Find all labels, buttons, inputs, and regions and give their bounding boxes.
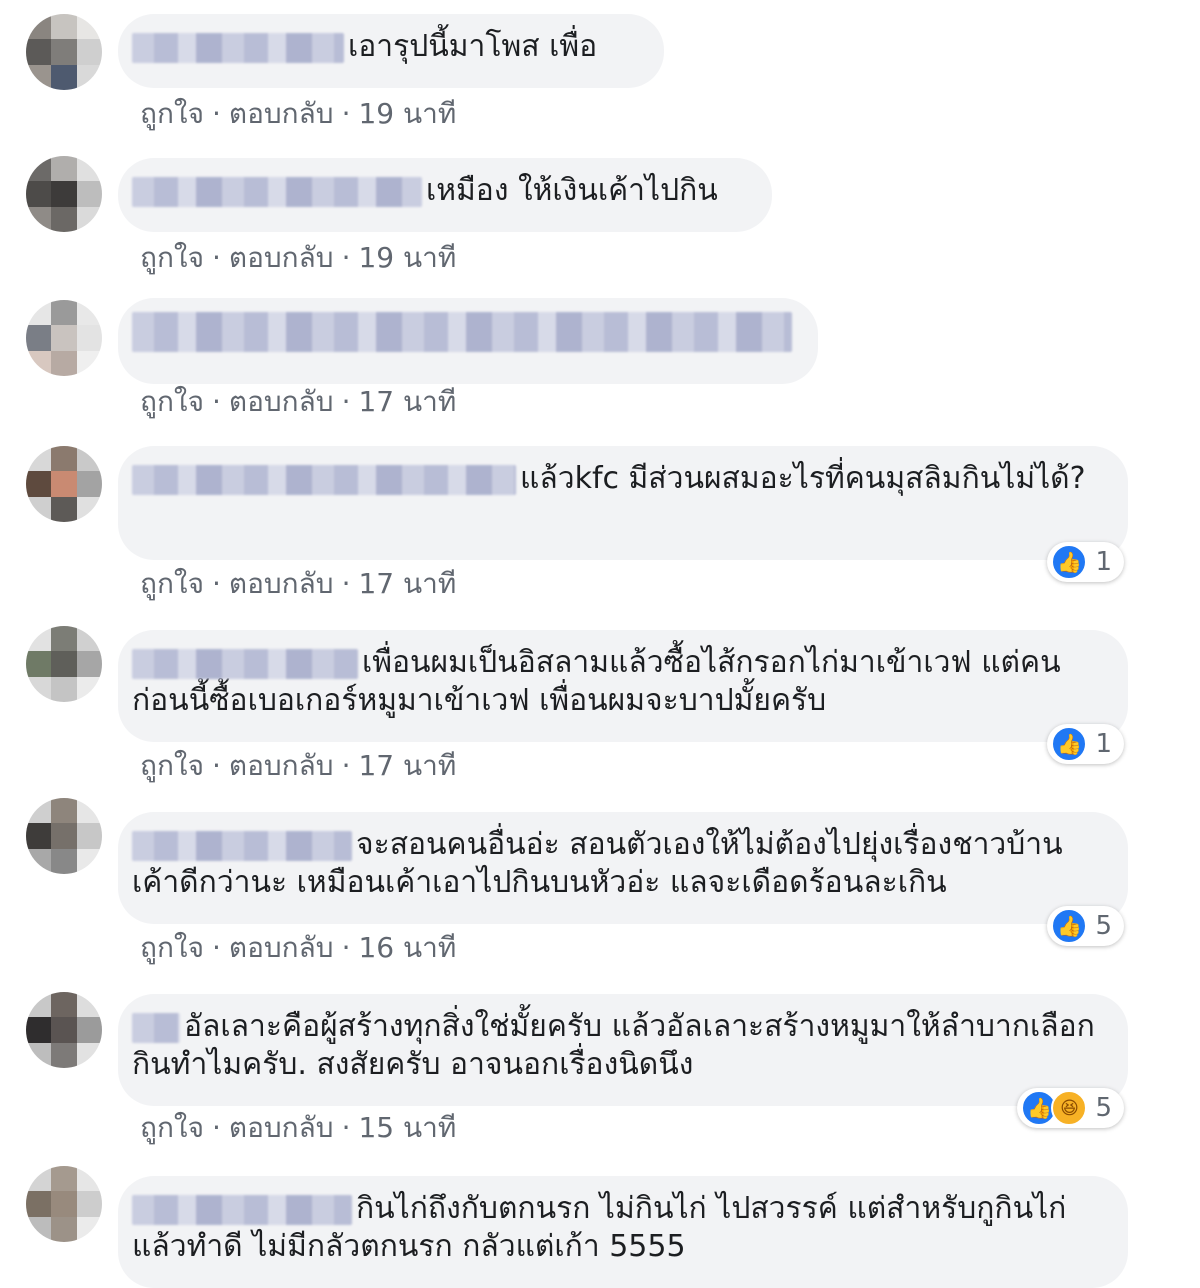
comment-actions: ถูกใจ · ตอบกลับ · 19 นาที — [140, 97, 457, 130]
reply-link[interactable]: ตอบกลับ — [229, 97, 334, 130]
reply-link[interactable]: ตอบกลับ — [229, 749, 334, 782]
timestamp[interactable]: 15 นาที — [358, 1111, 456, 1144]
like-link[interactable]: ถูกใจ — [140, 385, 204, 418]
comment-bubble: กินไก่ถึงกับตกนรก ไม่กินไก่ ไปสวรรค์ แต่… — [118, 1176, 1128, 1288]
comment-bubble: เพื่อนผมเป็นอิสลามแล้วซื้อไส้กรอกไก่มาเข… — [118, 630, 1128, 742]
comment-actions: ถูกใจ · ตอบกลับ · 17 นาที — [140, 385, 457, 418]
like-link[interactable]: ถูกใจ — [140, 241, 204, 274]
comment-actions: ถูกใจ · ตอบกลับ · 15 นาที — [140, 1111, 457, 1144]
timestamp[interactable]: 17 นาที — [358, 385, 456, 418]
timestamp[interactable]: 17 นาที — [358, 567, 456, 600]
avatar[interactable] — [26, 300, 102, 376]
comment-text: เอารุปนี้มาโพส เพื่อ — [348, 29, 598, 64]
like-link[interactable]: ถูกใจ — [140, 567, 204, 600]
blurred-comment-text — [132, 312, 792, 352]
timestamp[interactable]: 19 นาที — [358, 97, 456, 130]
reaction-summary[interactable]: 👍 😆 5 — [1017, 1088, 1124, 1128]
comment-bubble: อัลเลาะคือผู้สร้างทุกสิ่งใช่มั้ยครับ แล้… — [118, 994, 1128, 1106]
haha-laugh-icon: 😆 — [1051, 1090, 1088, 1126]
comment-actions: ถูกใจ · ตอบกลับ · 17 นาที — [140, 567, 457, 600]
thumbs-up-like-icon: 👍 — [1051, 544, 1088, 580]
commenter-name[interactable] — [132, 464, 516, 495]
reaction-count: 5 — [1095, 911, 1112, 941]
reaction-summary[interactable]: 👍 5 — [1047, 906, 1124, 946]
comment-bubble: เอารุปนี้มาโพส เพื่อ — [118, 14, 664, 88]
reply-link[interactable]: ตอบกลับ — [229, 1111, 334, 1144]
thumbs-up-like-icon: 👍 — [1051, 908, 1088, 944]
like-link[interactable]: ถูกใจ — [140, 931, 204, 964]
timestamp[interactable]: 19 นาที — [358, 241, 456, 274]
timestamp[interactable]: 17 นาที — [358, 749, 456, 782]
reaction-summary[interactable]: 👍 1 — [1047, 724, 1124, 764]
avatar[interactable] — [26, 626, 102, 702]
commenter-name[interactable] — [132, 1012, 180, 1043]
comment-bubble — [118, 298, 818, 384]
thumbs-up-like-icon: 👍 — [1051, 726, 1088, 762]
reaction-count: 1 — [1095, 547, 1112, 577]
avatar[interactable] — [26, 156, 102, 232]
reply-link[interactable]: ตอบกลับ — [229, 241, 334, 274]
comment-actions: ถูกใจ · ตอบกลับ · 16 นาที — [140, 931, 457, 964]
commenter-name[interactable] — [132, 176, 422, 207]
avatar[interactable] — [26, 992, 102, 1068]
comment-text: เหมือง ให้เงินเค้าไปกิน — [426, 173, 718, 208]
comment-bubble: แล้วkfc มีส่วนผสมอะไรที่คนมุสลิมกินไม่ได… — [118, 446, 1128, 560]
comment-bubble: จะสอนคนอื่นอ่ะ สอนตัวเองให้ไม่ต้องไปยุ่ง… — [118, 812, 1128, 924]
avatar[interactable] — [26, 798, 102, 874]
avatar[interactable] — [26, 1166, 102, 1242]
like-link[interactable]: ถูกใจ — [140, 1111, 204, 1144]
commenter-name[interactable] — [132, 648, 358, 679]
commenter-name[interactable] — [132, 830, 352, 861]
comment-text: อัลเลาะคือผู้สร้างทุกสิ่งใช่มั้ยครับ แล้… — [132, 1009, 1095, 1082]
comment-text: แล้วkfc มีส่วนผสมอะไรที่คนมุสลิมกินไม่ได… — [520, 461, 1086, 496]
reaction-count: 5 — [1095, 1093, 1112, 1123]
commenter-name[interactable] — [132, 32, 344, 63]
reply-link[interactable]: ตอบกลับ — [229, 931, 334, 964]
like-link[interactable]: ถูกใจ — [140, 749, 204, 782]
avatar[interactable] — [26, 14, 102, 90]
timestamp[interactable]: 16 นาที — [358, 931, 456, 964]
comment-actions: ถูกใจ · ตอบกลับ · 19 นาที — [140, 241, 457, 274]
comment-bubble: เหมือง ให้เงินเค้าไปกิน — [118, 158, 772, 232]
reply-link[interactable]: ตอบกลับ — [229, 567, 334, 600]
reply-link[interactable]: ตอบกลับ — [229, 385, 334, 418]
reaction-summary[interactable]: 👍 1 — [1047, 542, 1124, 582]
commenter-name[interactable] — [132, 1194, 352, 1225]
avatar[interactable] — [26, 446, 102, 522]
like-link[interactable]: ถูกใจ — [140, 97, 204, 130]
reaction-count: 1 — [1095, 729, 1112, 759]
comment-actions: ถูกใจ · ตอบกลับ · 17 นาที — [140, 749, 457, 782]
